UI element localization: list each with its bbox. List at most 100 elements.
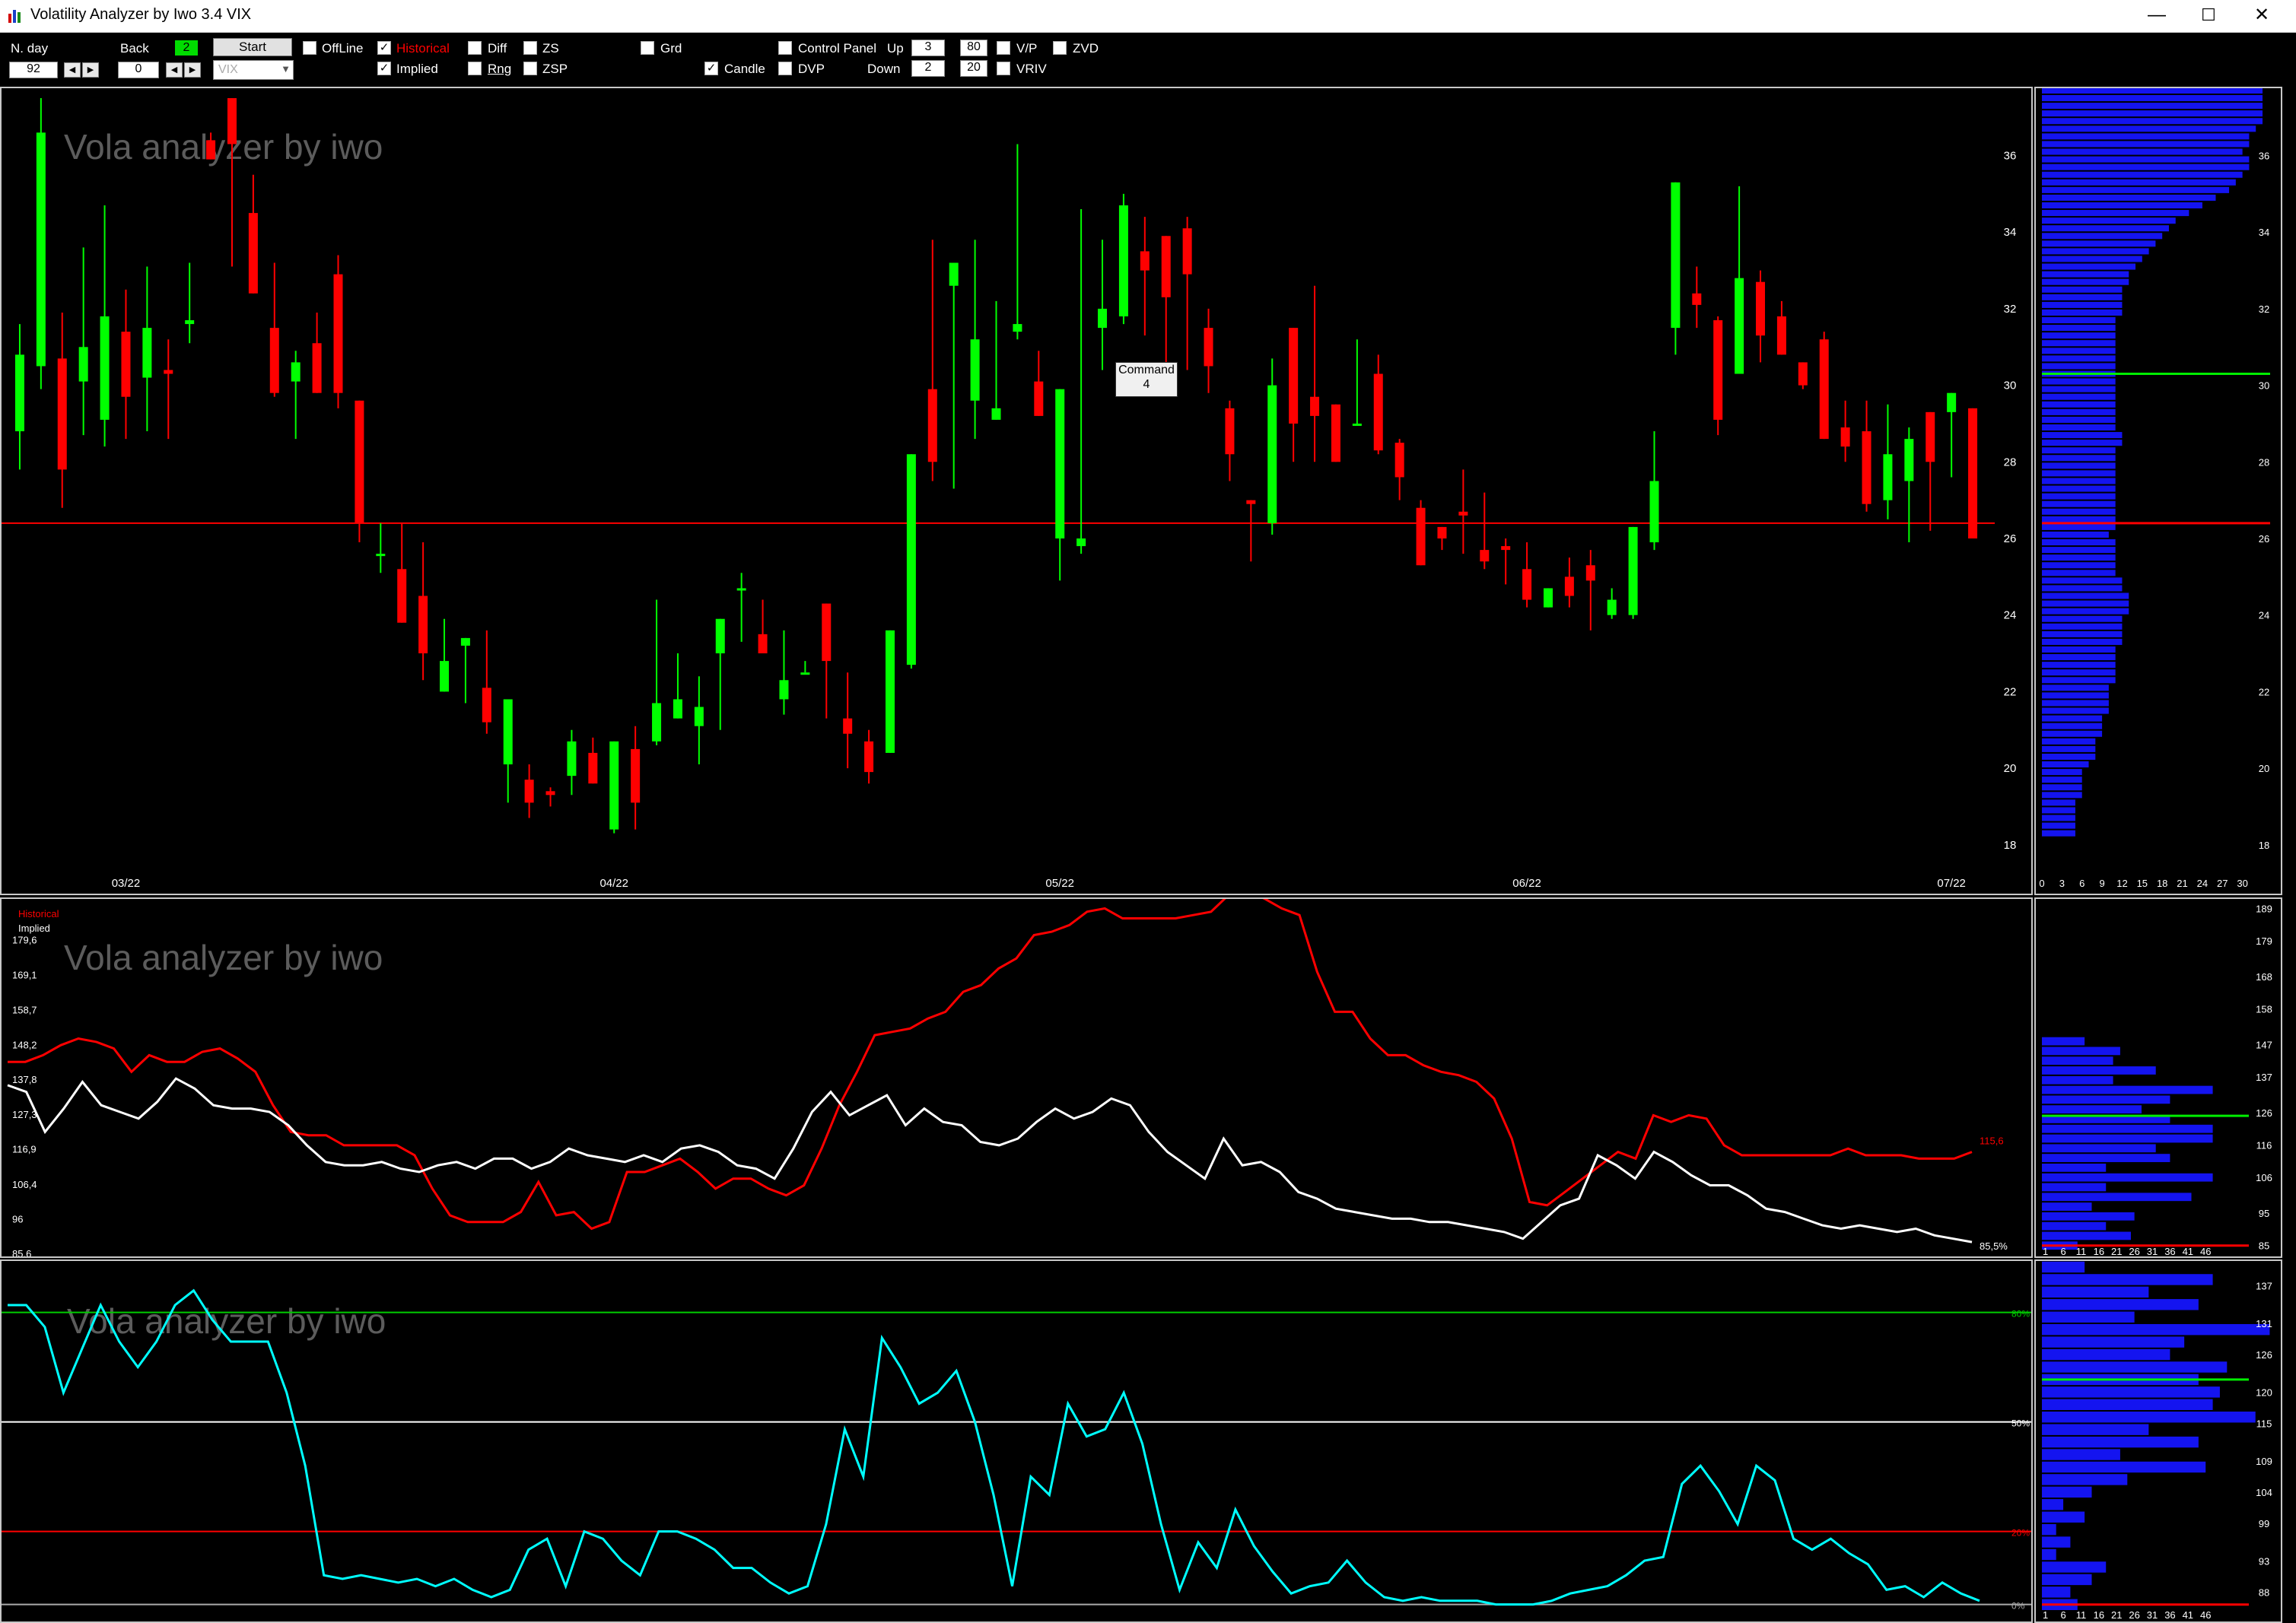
candle-body (206, 140, 216, 160)
zs-checkbox[interactable] (523, 41, 537, 55)
price-x-tick: 04/22 (599, 877, 628, 890)
profile-y-tick: 28 (2259, 456, 2269, 468)
candle-body (694, 707, 704, 726)
diff-checkbox[interactable] (468, 41, 482, 55)
profile-x-tick: 36 (2164, 1609, 2175, 1621)
dvp-checkbox[interactable] (778, 62, 792, 75)
candle-body (991, 408, 1001, 420)
profile-bar (2042, 271, 2129, 278)
candle-checkbox[interactable]: ✓ (704, 62, 718, 75)
profile-x-tick: 6 (2060, 1609, 2065, 1621)
symbol-select[interactable]: VIX ▼ (213, 60, 294, 80)
profile-y-tick: 34 (2259, 227, 2269, 238)
candle-body (906, 454, 916, 665)
profile-y-tick: 131 (2256, 1318, 2272, 1329)
candle-body (36, 132, 46, 367)
candle-body (1013, 324, 1022, 332)
profile-x-tick: 30 (2237, 878, 2247, 889)
start-button[interactable]: Start (213, 38, 292, 56)
historical-checkbox[interactable]: ✓ (377, 41, 391, 55)
profile-bar (2042, 700, 2109, 707)
profile-y-tick: 36 (2259, 151, 2269, 162)
candle-body (503, 699, 513, 765)
profile-bar (2042, 1144, 2156, 1153)
profile-bar (2042, 1586, 2071, 1598)
profile-y-tick: 116 (2256, 1140, 2272, 1151)
zsp-checkbox[interactable] (523, 62, 537, 75)
down-percent-input[interactable]: 20 (960, 60, 987, 77)
price-y-tick: 36 (2004, 150, 2017, 163)
profile-y-tick: 189 (2256, 903, 2272, 914)
implied-checkbox[interactable]: ✓ (377, 62, 391, 75)
profile-y-tick: 109 (2256, 1456, 2272, 1467)
profile-bar (2042, 401, 2116, 408)
profile-x-tick: 12 (2116, 878, 2127, 889)
profile-y-tick: 115 (2256, 1418, 2272, 1429)
candle-body (779, 680, 789, 700)
profile-bar (2042, 1124, 2213, 1133)
profile-y-tick: 179 (2256, 935, 2272, 947)
candle-body (949, 262, 959, 286)
grd-checkbox[interactable] (641, 41, 654, 55)
profile-bar (2042, 623, 2123, 630)
profile-bar (2042, 332, 2116, 339)
up-input[interactable]: 3 (911, 40, 945, 56)
profile-bar (2042, 662, 2116, 669)
profile-bar (2042, 1212, 2135, 1221)
profile-bar (2042, 769, 2082, 776)
profile-y-tick: 147 (2256, 1039, 2272, 1050)
vertical-scrollbar[interactable] (2282, 33, 2296, 1623)
candle-body (397, 569, 407, 623)
back-increment-button[interactable]: ▶ (184, 62, 201, 78)
candle-body (1840, 427, 1850, 447)
profile-x-tick: 41 (2183, 1609, 2193, 1621)
profile-bar (2042, 730, 2103, 737)
candle-body (1204, 328, 1213, 367)
profile-y-tick: 24 (2259, 610, 2269, 621)
profile-bar (2042, 1311, 2135, 1323)
profile-bar (2042, 263, 2136, 270)
profile-y-tick: 106 (2256, 1172, 2272, 1183)
profile-bar (2042, 485, 2116, 492)
candle-body (1926, 411, 1935, 462)
nday-increment-button[interactable]: ▶ (82, 62, 99, 78)
back-input[interactable]: 0 (118, 62, 159, 78)
series-end-label: 115,6 (1980, 1135, 2004, 1147)
down-label: Down (867, 62, 901, 76)
vriv-checkbox[interactable] (997, 62, 1010, 75)
candle-body (1331, 404, 1340, 462)
profile-bar (2042, 615, 2123, 622)
close-button[interactable]: ✕ (2228, 0, 2296, 32)
back-decrement-button[interactable]: ◀ (166, 62, 183, 78)
candle-body (121, 332, 131, 397)
price-chart: 18 20 22 24 26 28 30 32 34 36 03/22 04/22 05/22 06/22… (2, 98, 2017, 890)
series-end-label: 85,5% (1980, 1240, 2008, 1252)
profile-bar (2042, 1499, 2064, 1510)
candle-body (1416, 507, 1426, 566)
profile-bar (2042, 669, 2116, 676)
profile-bar (2042, 1164, 2107, 1172)
candle-body (1267, 385, 1277, 523)
candle-body (1713, 320, 1723, 420)
nday-input[interactable]: 92 (9, 62, 58, 78)
profile-bar (2042, 301, 2123, 308)
offline-checkbox[interactable] (303, 41, 316, 55)
profile-y-tick: 158 (2256, 1003, 2272, 1015)
candle-body (1289, 328, 1299, 424)
profile-bar (2042, 523, 2116, 530)
control-panel-checkbox[interactable] (778, 41, 792, 55)
candle-body (248, 213, 258, 294)
vp-checkbox[interactable] (997, 41, 1010, 55)
profile-bar (2042, 202, 2202, 209)
nday-decrement-button[interactable]: ◀ (64, 62, 81, 78)
zvd-label: ZVD (1073, 41, 1099, 56)
candle-body (1776, 316, 1786, 355)
down-input[interactable]: 2 (911, 60, 945, 77)
candle-body (1735, 278, 1744, 374)
candle-body (1501, 546, 1511, 551)
rng-checkbox[interactable] (468, 62, 482, 75)
up-percent-input[interactable]: 80 (960, 40, 987, 56)
zvd-checkbox[interactable] (1053, 41, 1067, 55)
candle-body (567, 741, 577, 777)
profile-bar (2042, 577, 2123, 584)
